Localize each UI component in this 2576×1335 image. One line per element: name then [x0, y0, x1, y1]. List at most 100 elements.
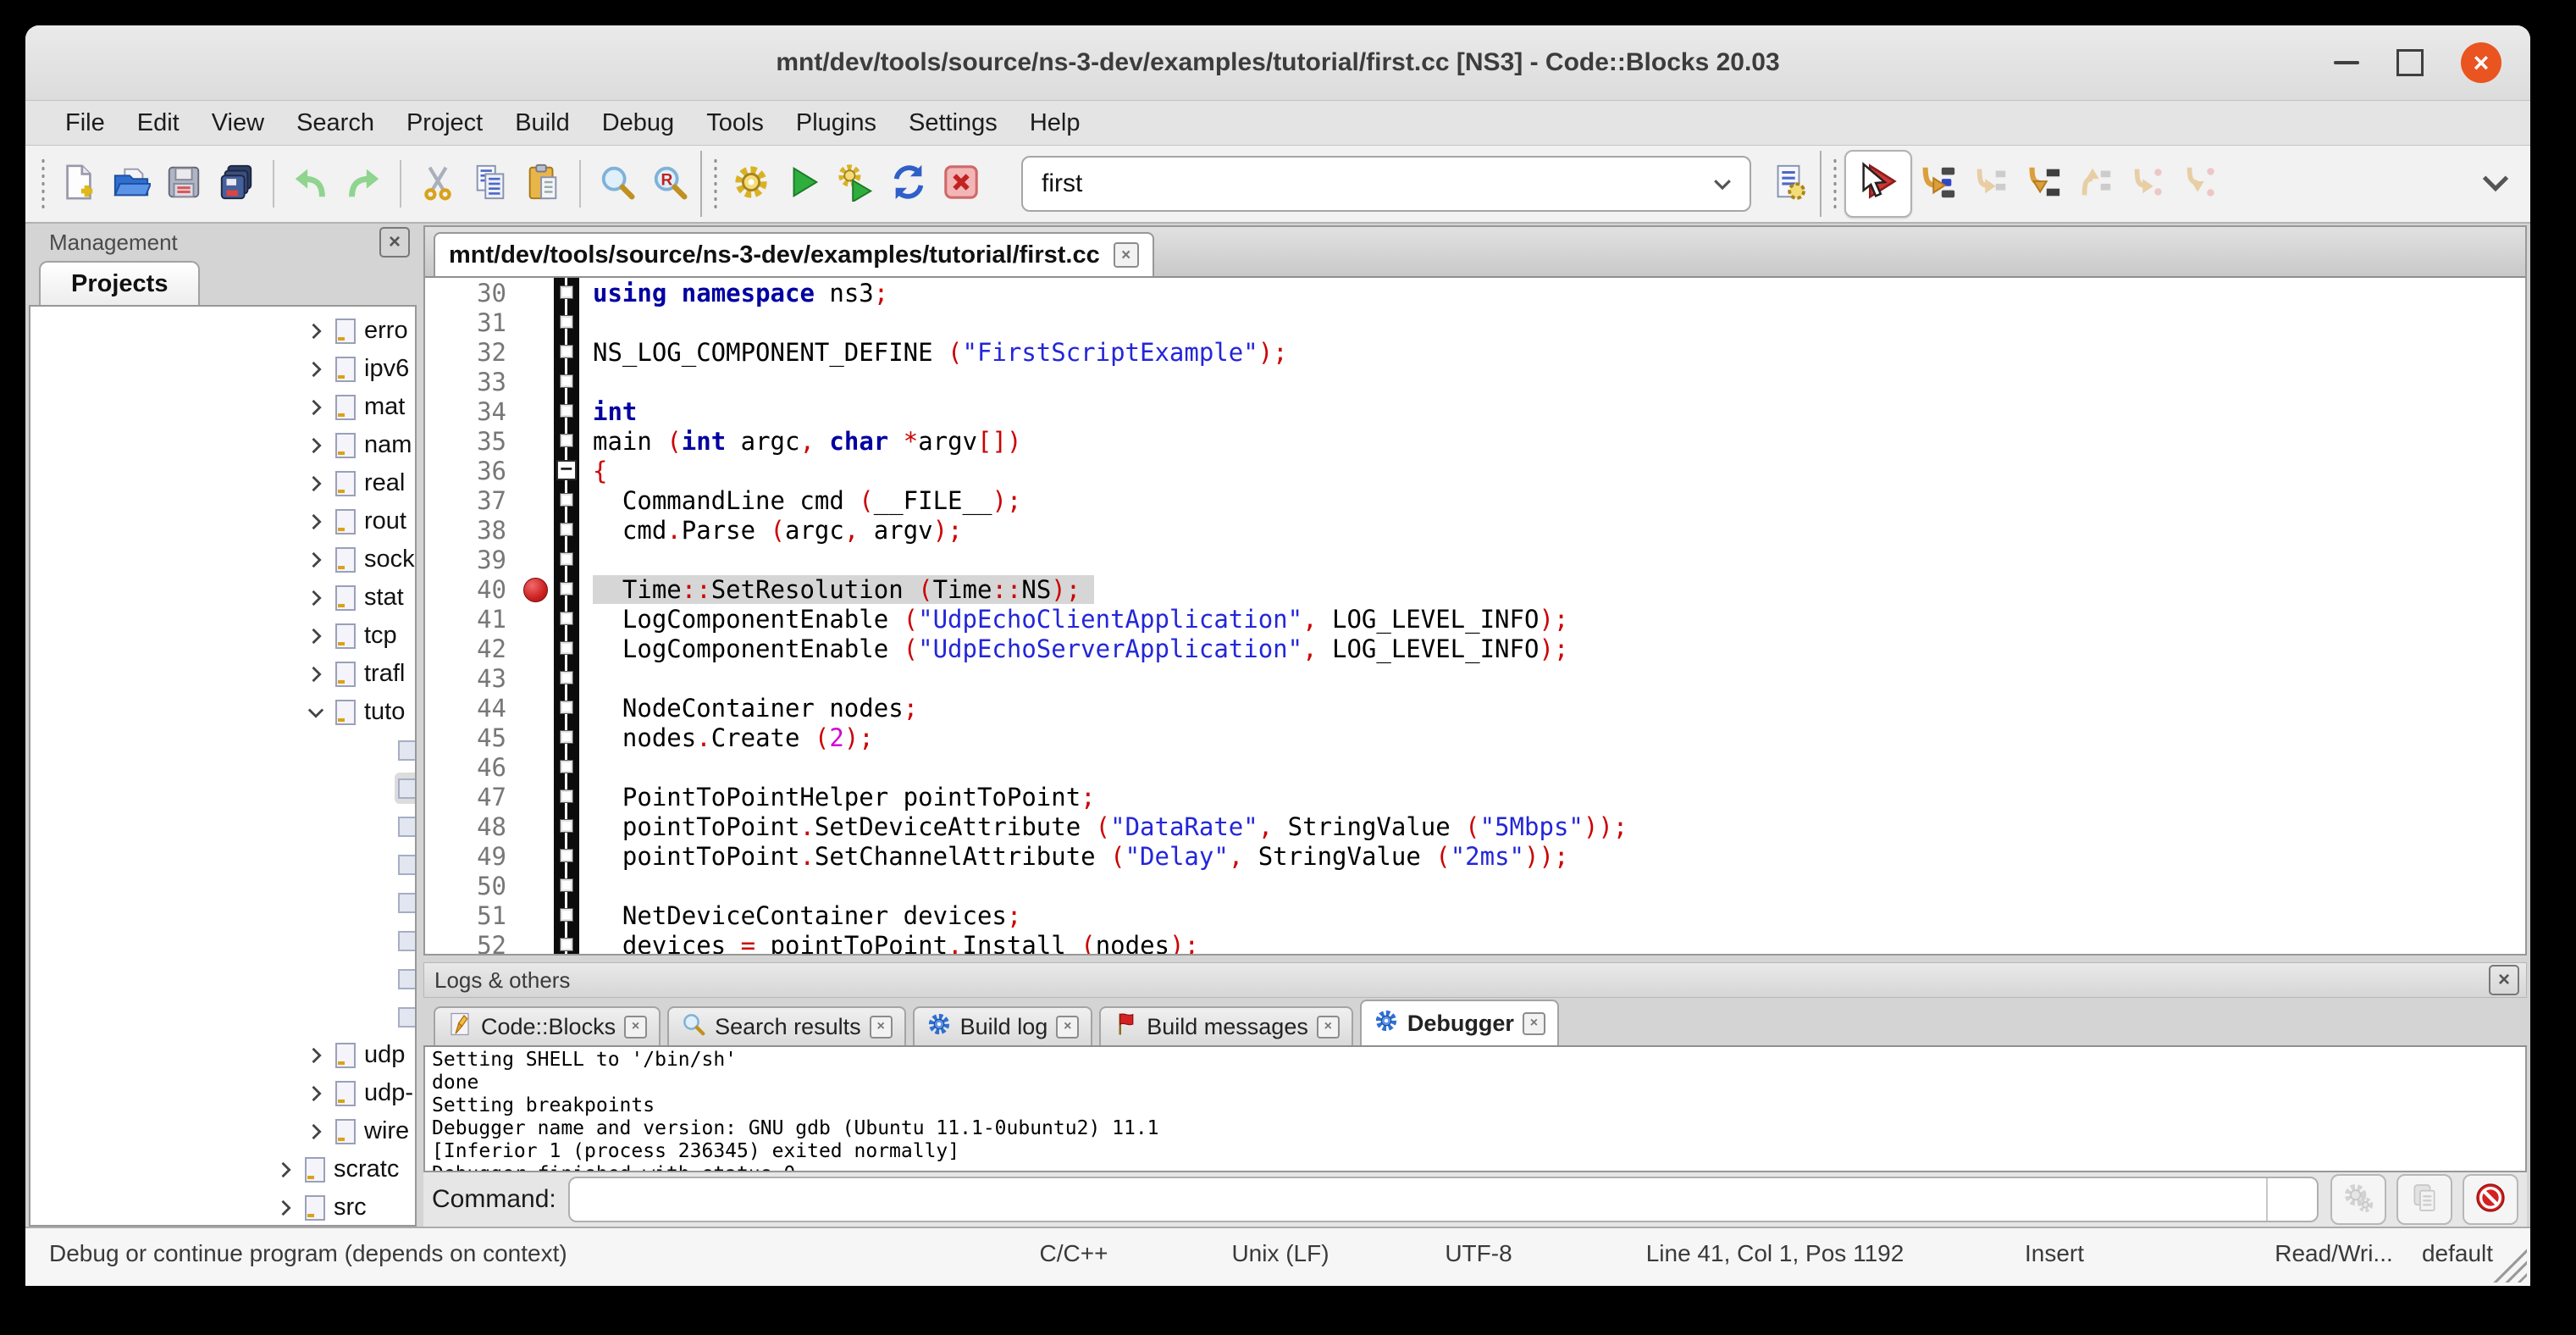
editor-tab[interactable]: mnt/dev/tools/source/ns-3-dev/examples/t… [434, 232, 1154, 276]
line-number[interactable]: 49 [425, 842, 517, 871]
breakpoint-margin-empty[interactable] [517, 812, 554, 841]
fold-margin[interactable] [554, 337, 579, 367]
compile-current-file-button[interactable] [1763, 154, 1816, 213]
breakpoint-margin-empty[interactable] [517, 900, 554, 930]
line-number[interactable]: 48 [425, 812, 517, 841]
line-number[interactable]: 40 [425, 575, 517, 604]
build-and-run-button[interactable] [830, 154, 882, 213]
title-bar[interactable]: mnt/dev/tools/source/ns-3-dev/examples/t… [25, 25, 2530, 101]
breakpoint-margin-empty[interactable] [517, 782, 554, 812]
tree-item-wire[interactable]: wire [30, 1112, 415, 1150]
save-file-button[interactable] [158, 154, 210, 213]
tree-item-ipv6[interactable]: ipv6 [30, 350, 415, 388]
line-number[interactable]: 33 [425, 368, 517, 396]
line-number[interactable]: 42 [425, 634, 517, 663]
fold-margin[interactable] [554, 515, 579, 545]
tree-item-nam[interactable]: nam [30, 426, 415, 464]
fold-margin[interactable] [554, 278, 579, 307]
chevron-right-icon[interactable] [300, 431, 332, 460]
tree-item-se[interactable]: se [30, 884, 415, 922]
fold-margin[interactable] [554, 930, 579, 954]
tree-item-sock[interactable]: sock [30, 540, 415, 579]
tree-item-fif[interactable]: fif [30, 731, 415, 769]
find-button[interactable] [591, 154, 644, 213]
fold-margin[interactable] [554, 634, 579, 663]
menu-debug[interactable]: Debug [586, 101, 690, 145]
chevron-right-icon[interactable] [269, 1155, 301, 1184]
menu-plugins[interactable]: Plugins [780, 101, 893, 145]
breakpoint-margin-empty[interactable] [517, 426, 554, 456]
breakpoint-margin-empty[interactable] [517, 515, 554, 545]
chevron-right-icon[interactable] [300, 546, 332, 574]
abort-build-button[interactable] [935, 154, 987, 213]
line-number[interactable]: 34 [425, 397, 517, 426]
maximize-icon[interactable] [2396, 49, 2424, 76]
run-button[interactable] [777, 154, 830, 213]
chevron-right-icon[interactable] [300, 355, 332, 384]
log-tab-build-messages[interactable]: Build messages× [1099, 1006, 1353, 1045]
fold-margin[interactable] [554, 396, 579, 426]
fold-margin[interactable] [554, 545, 579, 574]
menu-project[interactable]: Project [390, 101, 499, 145]
menu-file[interactable]: File [49, 101, 121, 145]
tree-item-se[interactable]: se [30, 922, 415, 960]
tree-item-rout[interactable]: rout [30, 502, 415, 540]
line-number[interactable]: 39 [425, 546, 517, 574]
chevron-right-icon[interactable] [300, 317, 332, 346]
breakpoint-margin-empty[interactable] [517, 930, 554, 954]
log-tab-close-icon[interactable]: × [1317, 1016, 1340, 1039]
management-close-icon[interactable]: × [379, 227, 410, 258]
chevron-right-icon[interactable] [269, 1194, 301, 1222]
tree-item-real[interactable]: real [30, 464, 415, 502]
debug-tools-button[interactable] [2330, 1174, 2386, 1225]
fold-margin[interactable] [554, 812, 579, 841]
chevron-down-icon[interactable] [1695, 158, 1750, 210]
fold-margin[interactable] [554, 782, 579, 812]
toolbar-grip[interactable] [1831, 158, 1839, 209]
tree-item-scratc[interactable]: scratc [30, 1150, 415, 1188]
build-target-combo[interactable] [1021, 156, 1751, 212]
code-area[interactable]: 30using namespace ns3;3132NS_LOG_COMPONE… [425, 276, 2525, 954]
toolbar-grip[interactable] [711, 158, 720, 209]
tree-item-stat[interactable]: stat [30, 579, 415, 617]
build-button[interactable] [725, 154, 777, 213]
line-number[interactable]: 31 [425, 308, 517, 337]
menu-view[interactable]: View [196, 101, 280, 145]
breakpoint-margin-empty[interactable] [517, 456, 554, 485]
breakpoint-margin-empty[interactable] [517, 278, 554, 307]
resize-grip[interactable] [2488, 1244, 2527, 1282]
new-file-button[interactable] [53, 154, 105, 213]
breakpoint-margin-empty[interactable] [517, 337, 554, 367]
redo-button[interactable] [337, 154, 390, 213]
tab-projects[interactable]: Projects [39, 261, 200, 305]
tree-item-tcp[interactable]: tcp [30, 617, 415, 655]
menu-edit[interactable]: Edit [121, 101, 196, 145]
fold-margin[interactable] [554, 900, 579, 930]
fold-margin[interactable] [554, 693, 579, 723]
menu-help[interactable]: Help [1014, 101, 1097, 145]
breakpoint-icon[interactable] [523, 578, 548, 602]
fold-margin[interactable] [554, 723, 579, 752]
line-number[interactable]: 46 [425, 753, 517, 782]
tree-item-fo[interactable]: fo [30, 807, 415, 845]
run-to-cursor-button[interactable] [1912, 154, 1965, 213]
fold-margin[interactable] [554, 841, 579, 871]
tree-item-fir[interactable]: fir [30, 769, 415, 807]
close-icon[interactable]: × [2461, 42, 2501, 83]
breakpoint-margin-empty[interactable] [517, 367, 554, 396]
line-number[interactable]: 43 [425, 664, 517, 693]
save-all-button[interactable] [210, 154, 263, 213]
breakpoint-margin-empty[interactable] [517, 485, 554, 515]
line-number[interactable]: 47 [425, 783, 517, 812]
minimize-icon[interactable] [2334, 61, 2359, 64]
fold-margin[interactable] [554, 485, 579, 515]
command-input[interactable] [570, 1178, 2266, 1221]
tree-item-tuto[interactable]: tuto [30, 693, 415, 731]
breakpoint-margin-empty[interactable] [517, 723, 554, 752]
line-number[interactable]: 50 [425, 872, 517, 900]
chevron-right-icon[interactable] [300, 393, 332, 422]
line-number[interactable]: 37 [425, 486, 517, 515]
line-number[interactable]: 36 [425, 457, 517, 485]
copy-button[interactable] [464, 154, 517, 213]
chevron-down-icon[interactable] [300, 698, 332, 727]
